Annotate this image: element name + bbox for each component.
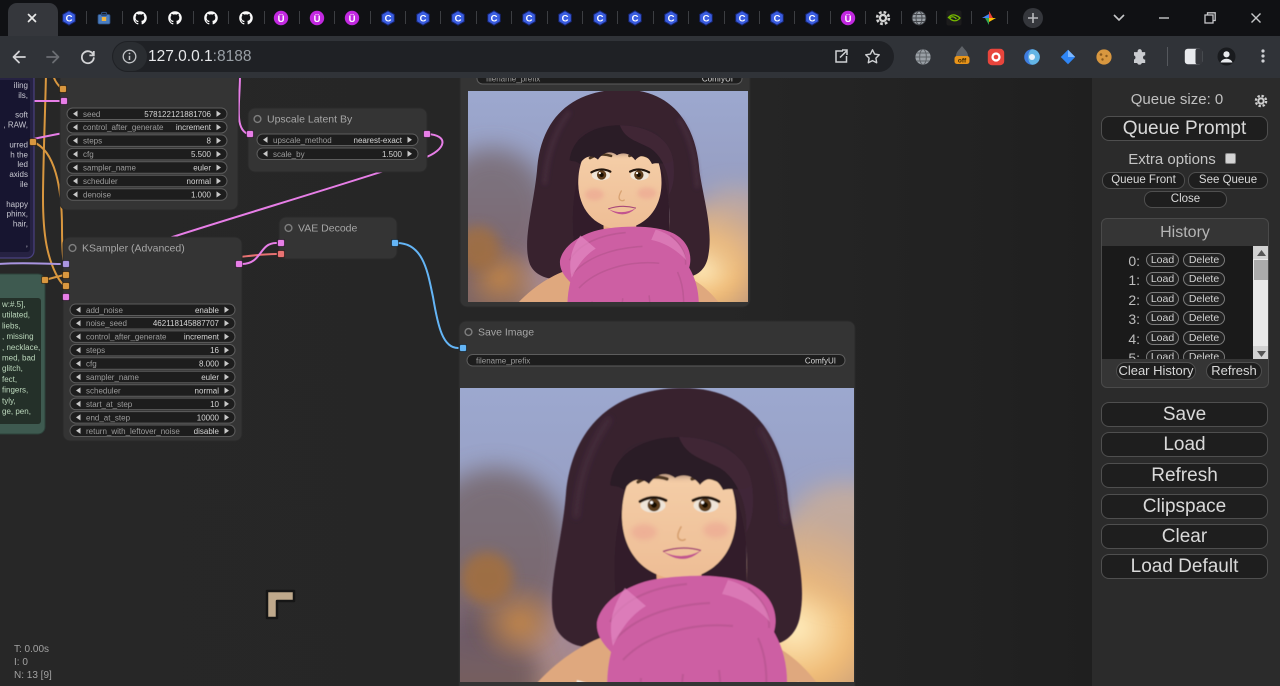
svg-text:start_at_step: start_at_step (86, 400, 133, 409)
svg-text:C: C (562, 13, 569, 24)
svg-text:fect,: fect, (2, 375, 17, 384)
svg-text:I: 0: I: 0 (14, 657, 28, 668)
svg-text:1.000: 1.000 (191, 190, 212, 199)
svg-text:h the: h the (10, 150, 28, 159)
svg-text:med, bad: med, bad (2, 354, 35, 363)
svg-text:add_noise: add_noise (86, 306, 123, 315)
svg-text:ComfyUI: ComfyUI (702, 78, 733, 84)
svg-text:C: C (420, 13, 427, 24)
svg-text:KSampler (Advanced): KSampler (Advanced) (82, 243, 185, 255)
svg-text:,: , (26, 239, 28, 248)
svg-text:enable: enable (195, 306, 220, 315)
svg-text:tyly,: tyly, (2, 396, 16, 405)
svg-text:C: C (385, 13, 392, 24)
svg-text:normal: normal (187, 177, 212, 186)
svg-text:control_after_generate: control_after_generate (83, 123, 164, 132)
svg-text:10: 10 (210, 400, 219, 409)
svg-text:462118145887707: 462118145887707 (153, 319, 220, 328)
svg-text:Ü: Ü (845, 14, 852, 25)
svg-text:Ü: Ü (349, 14, 356, 25)
svg-text:N: 13 [9]: N: 13 [9] (14, 670, 52, 681)
svg-text:, missing: , missing (2, 332, 34, 341)
svg-text:C: C (632, 13, 639, 24)
svg-text:scale_by: scale_by (273, 150, 305, 159)
svg-text:C: C (597, 13, 604, 24)
svg-text:axids: axids (9, 170, 28, 179)
svg-text:C: C (491, 13, 498, 24)
svg-text:sampler_name: sampler_name (86, 373, 139, 382)
svg-text:C: C (739, 13, 746, 24)
svg-text:disable: disable (194, 427, 220, 436)
svg-text:VAE Decode: VAE Decode (298, 223, 357, 235)
svg-text:, RAW,: , RAW, (3, 121, 28, 130)
svg-text:return_with_leftover_noise: return_with_leftover_noise (86, 427, 180, 436)
svg-text:, necklace,: , necklace, (2, 343, 40, 352)
svg-text:increment: increment (176, 123, 212, 132)
svg-text:ge, pen,: ge, pen, (2, 407, 31, 416)
svg-text:end_at_step: end_at_step (86, 413, 131, 422)
svg-text:Upscale Latent By: Upscale Latent By (267, 114, 353, 126)
svg-text:ComfyUI: ComfyUI (805, 356, 836, 365)
svg-text:ile: ile (20, 180, 29, 189)
svg-text:cfg: cfg (83, 150, 94, 159)
svg-text:scheduler: scheduler (86, 386, 121, 395)
svg-text:nearest-exact: nearest-exact (354, 136, 403, 145)
svg-text:euler: euler (201, 373, 219, 382)
svg-text:16: 16 (210, 346, 219, 355)
svg-text:filename_prefix: filename_prefix (476, 356, 530, 365)
svg-text:8: 8 (207, 137, 212, 146)
svg-text:fingers,: fingers, (2, 386, 28, 395)
svg-text:C: C (809, 13, 816, 24)
svg-text:filename_prefix: filename_prefix (486, 78, 540, 84)
svg-text:8.000: 8.000 (199, 360, 220, 369)
svg-text:C: C (668, 13, 675, 24)
svg-text:seed: seed (83, 110, 100, 119)
svg-text:control_after_generate: control_after_generate (86, 333, 167, 342)
svg-text:led: led (17, 160, 28, 169)
svg-text:liebs,: liebs, (2, 321, 21, 330)
svg-text:10000: 10000 (197, 413, 220, 422)
svg-text:5.500: 5.500 (191, 150, 212, 159)
svg-text:Ü: Ü (314, 14, 321, 25)
svg-text:iling: iling (14, 81, 28, 90)
svg-text:C: C (526, 13, 533, 24)
svg-text:denoise: denoise (83, 190, 112, 199)
svg-text:phinx,: phinx, (7, 210, 28, 219)
svg-text:578122121881706: 578122121881706 (144, 110, 211, 119)
svg-text:noise_seed: noise_seed (86, 319, 127, 328)
svg-text:1.500: 1.500 (382, 150, 403, 159)
svg-text:glitch,: glitch, (2, 364, 23, 373)
svg-text:steps: steps (83, 137, 102, 146)
svg-text:euler: euler (193, 164, 211, 173)
svg-text:C: C (66, 13, 73, 24)
svg-text:ils,: ils, (18, 91, 28, 100)
svg-text:happy: happy (6, 200, 28, 209)
svg-text:increment: increment (184, 333, 220, 342)
svg-text:C: C (703, 13, 710, 24)
svg-text:Save Image: Save Image (478, 327, 534, 339)
svg-text:hair,: hair, (13, 220, 28, 229)
svg-text:C: C (774, 13, 781, 24)
svg-text:utilated,: utilated, (2, 311, 30, 320)
svg-text:T: 0.00s: T: 0.00s (14, 644, 49, 655)
svg-text:soft: soft (15, 111, 29, 120)
svg-text:w:#.5],: w:#.5], (1, 300, 26, 309)
svg-text:steps: steps (86, 346, 105, 355)
svg-text:sampler_name: sampler_name (83, 164, 136, 173)
svg-text:off: off (958, 57, 967, 64)
svg-text:upscale_method: upscale_method (273, 136, 332, 145)
svg-text:normal: normal (195, 386, 220, 395)
svg-text:cfg: cfg (86, 360, 97, 369)
svg-text:scheduler: scheduler (83, 177, 118, 186)
svg-text:urred: urred (9, 140, 28, 149)
svg-text:C: C (455, 13, 462, 24)
svg-text:Ü: Ü (278, 14, 285, 25)
